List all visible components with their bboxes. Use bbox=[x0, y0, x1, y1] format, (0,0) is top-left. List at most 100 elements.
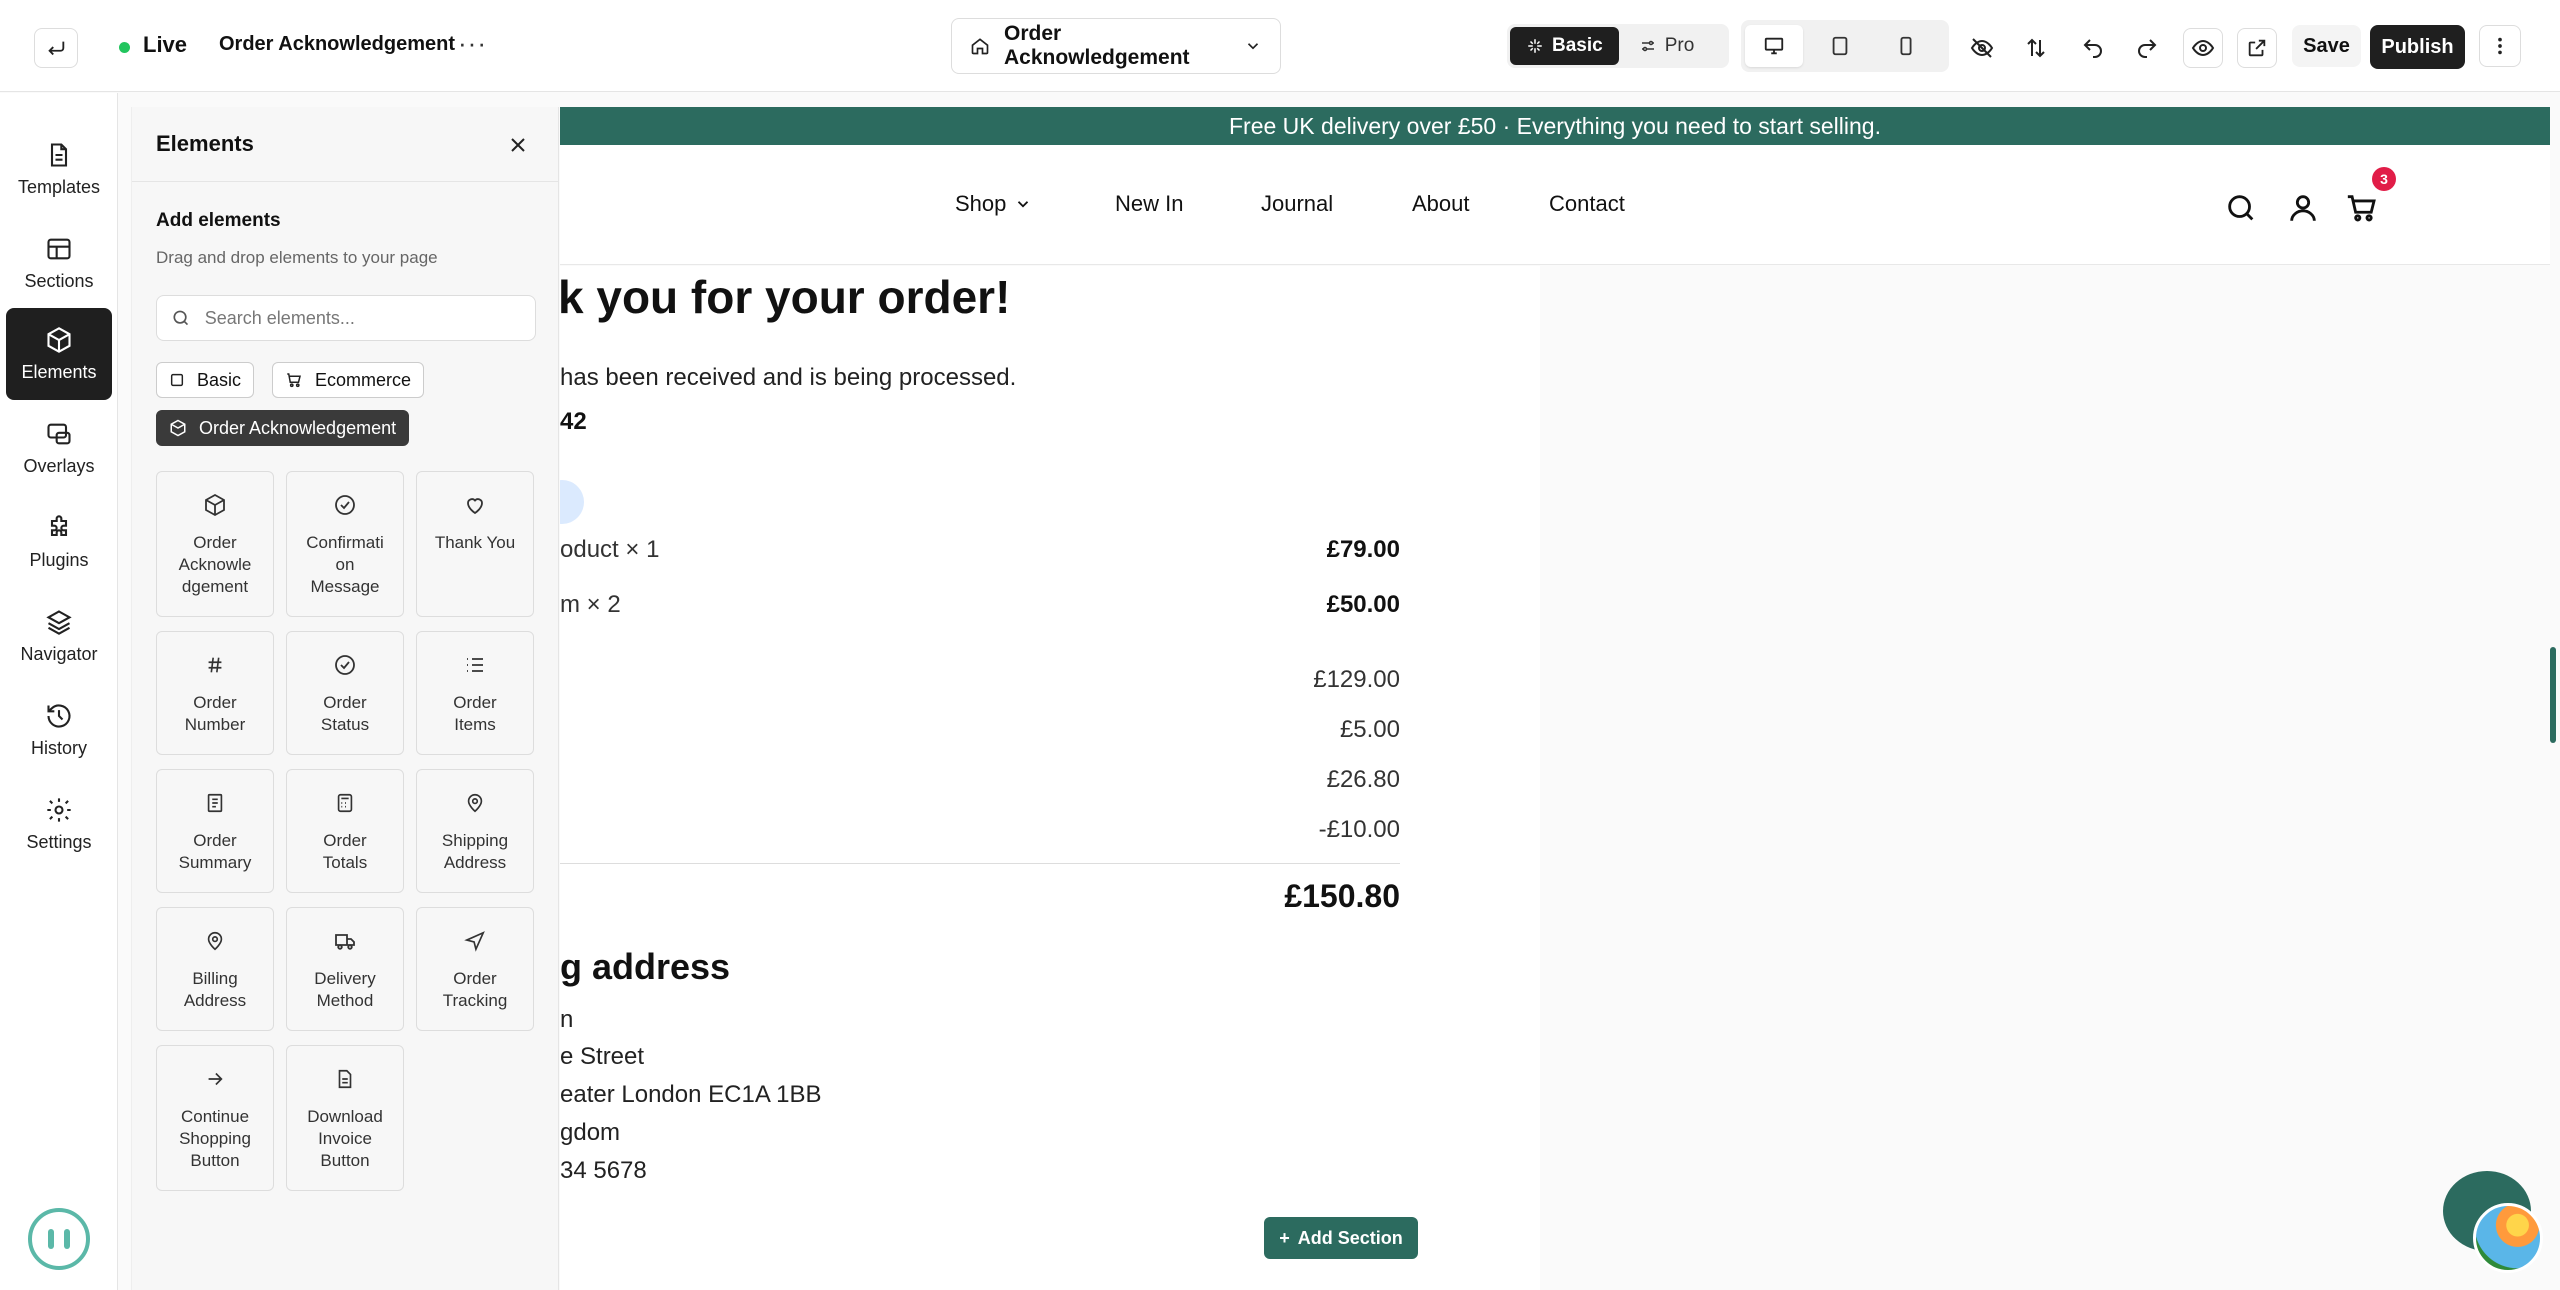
element-order-acknowledgement[interactable]: Order Acknowle dgement bbox=[156, 471, 274, 617]
rail-item-navigator[interactable]: Navigator bbox=[6, 590, 112, 682]
nav-contact[interactable]: Contact bbox=[1549, 191, 1625, 217]
category-label: Ecommerce bbox=[315, 369, 412, 390]
package-icon bbox=[170, 419, 186, 437]
desktop-icon bbox=[1764, 37, 1784, 55]
rail-item-overlays[interactable]: Overlays bbox=[6, 402, 112, 494]
open-external-button[interactable] bbox=[2237, 28, 2277, 68]
element-order-summary[interactable]: Order Summary bbox=[156, 769, 274, 893]
element-continue-shopping-button[interactable]: Continue Shopping Button bbox=[156, 1045, 274, 1191]
element-order-items[interactable]: Order Items bbox=[416, 631, 534, 755]
tablet-icon bbox=[1832, 36, 1848, 56]
undo-button[interactable] bbox=[2073, 28, 2113, 68]
mobile-icon bbox=[1900, 36, 1912, 56]
totals-divider bbox=[560, 863, 1400, 864]
reorder-button[interactable] bbox=[2016, 28, 2056, 68]
element-label: Confirmati on Message bbox=[306, 533, 384, 596]
document-icon bbox=[50, 142, 68, 167]
search-input[interactable] bbox=[204, 307, 521, 329]
close-icon[interactable] bbox=[506, 133, 530, 157]
search-box bbox=[156, 295, 536, 341]
nav-about[interactable]: About bbox=[1412, 191, 1470, 217]
history-icon bbox=[47, 703, 71, 728]
rail-item-elements[interactable]: Elements bbox=[6, 308, 112, 400]
canvas-scrollbar[interactable] bbox=[2550, 647, 2556, 743]
arrow-right-icon bbox=[208, 1072, 223, 1086]
mode-basic-button[interactable]: Basic bbox=[1510, 27, 1619, 65]
rail-item-history[interactable]: History bbox=[6, 684, 112, 776]
desktop-view-button[interactable] bbox=[1745, 25, 1803, 67]
check-circle-icon bbox=[335, 495, 355, 515]
summary-amount: £129.00 bbox=[1313, 666, 1400, 693]
element-order-tracking[interactable]: Order Tracking bbox=[416, 907, 534, 1031]
user-icon[interactable] bbox=[2286, 191, 2320, 225]
publish-button[interactable]: Publish bbox=[2370, 25, 2465, 69]
gear-icon bbox=[47, 797, 71, 822]
category-order-acknowledgement[interactable]: Order Acknowledgement bbox=[156, 410, 410, 446]
rail-item-templates[interactable]: Templates bbox=[6, 123, 112, 215]
element-shipping-address[interactable]: Shipping Address bbox=[416, 769, 534, 893]
nav-new-in[interactable]: New In bbox=[1115, 191, 1183, 217]
search-icon[interactable] bbox=[2224, 191, 2258, 225]
nav-journal[interactable]: Journal bbox=[1261, 191, 1333, 217]
rail-item-plugins[interactable]: Plugins bbox=[6, 496, 112, 588]
rail-item-label: Sections bbox=[24, 270, 94, 291]
more-options-icon[interactable]: ··· bbox=[458, 28, 487, 59]
layout-icon bbox=[47, 238, 71, 259]
element-label: Shipping Address bbox=[441, 831, 509, 872]
element-order-totals[interactable]: Order Totals bbox=[286, 769, 404, 893]
category-label: Order Acknowledgement bbox=[199, 417, 397, 438]
sliders-icon bbox=[1641, 40, 1654, 52]
element-label: Order Acknowle dgement bbox=[178, 533, 252, 596]
sparkle-icon bbox=[1528, 39, 1542, 53]
cart-icon[interactable] bbox=[2345, 191, 2379, 225]
element-label: Download Invoice Button bbox=[307, 1107, 383, 1170]
element-confirmation-message[interactable]: Confirmati on Message bbox=[286, 471, 404, 617]
tablet-view-button[interactable] bbox=[1811, 25, 1869, 67]
navigation-icon bbox=[464, 931, 485, 952]
panel-description: Drag and drop elements to your page bbox=[156, 248, 438, 267]
more-menu-button[interactable] bbox=[2479, 25, 2521, 67]
address-line: n bbox=[560, 1006, 574, 1033]
nav-shop[interactable]: Shop bbox=[955, 191, 1032, 217]
element-thank-you[interactable]: Thank You bbox=[416, 471, 534, 617]
rail-item-sections[interactable]: Sections bbox=[6, 217, 112, 309]
element-order-number[interactable]: Order Number bbox=[156, 631, 274, 755]
sort-arrows-icon bbox=[2027, 38, 2045, 58]
rail-item-label: Navigator bbox=[20, 643, 98, 664]
address-line: 34 5678 bbox=[560, 1157, 647, 1184]
address-line: e Street bbox=[560, 1043, 645, 1070]
site-header: Shop New In Journal About Contact 3 bbox=[560, 145, 2550, 265]
element-delivery-method[interactable]: Delivery Method bbox=[286, 907, 404, 1031]
order-acknowledgement-section: k you for your order! has been received … bbox=[560, 266, 1540, 1290]
order-item-row: oduct × 1 £79.00 bbox=[560, 536, 1400, 564]
preview-button[interactable] bbox=[2183, 28, 2223, 68]
receipt-icon bbox=[207, 793, 223, 813]
element-download-invoice-button[interactable]: Download Invoice Button bbox=[286, 1045, 404, 1191]
support-avatar[interactable] bbox=[2473, 1203, 2543, 1273]
element-order-status[interactable]: Order Status bbox=[286, 631, 404, 755]
category-ecommerce[interactable]: Ecommerce bbox=[272, 362, 425, 398]
overlay-icon bbox=[47, 423, 71, 444]
rail-item-label: Plugins bbox=[29, 549, 89, 570]
rail-item-label: Templates bbox=[17, 176, 101, 197]
mobile-view-button[interactable] bbox=[1877, 25, 1935, 67]
back-button[interactable] bbox=[34, 28, 78, 68]
add-section-button[interactable]: + Add Section bbox=[1264, 1217, 1418, 1259]
page-select-dropdown[interactable]: Order Acknowledgement bbox=[951, 18, 1281, 74]
hide-elements-button[interactable] bbox=[1962, 28, 2002, 68]
square-icon bbox=[170, 373, 184, 387]
map-pin-icon bbox=[207, 931, 223, 951]
page-canvas: Free UK delivery over £50 · Everything y… bbox=[560, 107, 2560, 1290]
category-basic[interactable]: Basic bbox=[156, 362, 255, 398]
mode-pro-button[interactable]: Pro bbox=[1623, 27, 1711, 65]
layers-icon bbox=[46, 609, 72, 635]
redo-button[interactable] bbox=[2127, 28, 2167, 68]
chevron-down-icon bbox=[1018, 201, 1029, 208]
address-line: gdom bbox=[560, 1119, 621, 1146]
save-button[interactable]: Save bbox=[2292, 25, 2361, 67]
rail-item-settings[interactable]: Settings bbox=[6, 778, 112, 870]
category-label: Basic bbox=[197, 369, 242, 390]
element-label: Order Summary bbox=[178, 831, 252, 872]
element-billing-address[interactable]: Billing Address bbox=[156, 907, 274, 1031]
assistant-bot-icon[interactable] bbox=[28, 1208, 90, 1270]
